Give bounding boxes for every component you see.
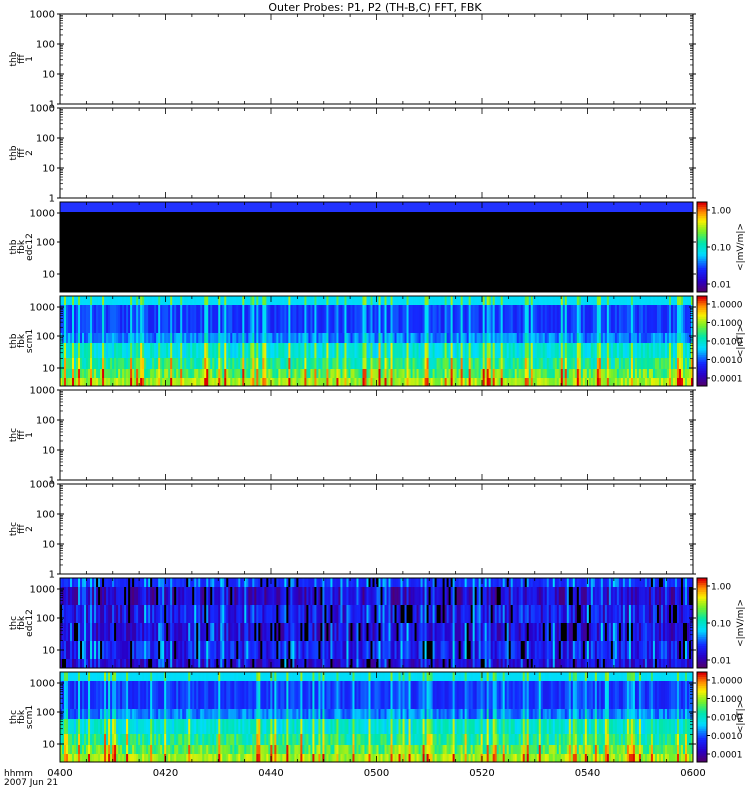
y-tick-label: 1 [49,194,55,205]
heatmap-fill [60,202,693,292]
y-tick-label: 1 [49,570,55,581]
y-tick-label: 1000 [30,209,55,220]
panel-frame [59,107,694,199]
y-tick-label: 100 [36,238,55,249]
y-axis-label: thbfff2 [9,145,35,160]
panel-thc-fbk-edc12: 100010010thcfbkedc121.000.100.01<|mV/m|> [9,577,746,669]
y-tick-label: 10 [42,540,55,551]
figure-title: Outer Probes: P1, P2 (TH-B,C) FFT, FBK [268,1,482,14]
y-axis-label-line: 1 [25,56,35,62]
y-axis-label-line: 1 [25,432,35,438]
colorbar-tick-label: 0.0001 [711,375,743,385]
colorbar-tick-label: 1.0000 [711,301,743,311]
panel-thc-fff-1: 1000 100 10 1thcfff1 [9,386,696,487]
y-tick-label: 1000 [30,386,55,397]
y-axis-label-line: 2 [25,150,35,156]
colorbar: 1.00 0.10 0.01 <|mV/m|> [696,201,746,293]
panels: 1000100101thbfff11000100101thbfff2100010… [9,10,746,763]
y-tick-label: 1000 [30,104,55,115]
y-tick-label: 10 [42,164,55,175]
y-axis-label: thcfff2 [9,522,35,536]
colorbar: 1.00000.10000.01000.00100.0001<|nT|> [696,295,746,387]
panel-frame [59,389,694,481]
panel-frame [59,13,694,105]
colorbar-tick-label: 0.10 [711,244,731,254]
panel-thb-fbk-scm1: 100010010thbfbkscm11.00000.10000.01000.0… [9,295,746,387]
y-tick-label: 100 [36,134,55,145]
panel-thc-fff-2: 1000 100 10 1 thcfff2 [9,480,696,581]
colorbar-tick-label: 0.01 [711,281,731,291]
y-tick-label: 100 [36,416,55,427]
y-tick-label: 10 [42,364,55,375]
panel-thb-fbk-edc12: 1000 100 10 thbfbkedc12 1.00 0.10 0.01 <|mV/m|> [9,201,746,293]
y-axis-label-line: edc12 [25,233,35,261]
y-axis-label-line: scm1 [25,329,35,353]
colorbar-label: <|mV/m|> [736,223,746,271]
colorbar-label: <|nT|> [736,325,746,357]
y-tick-label: 100 [36,510,55,521]
y-tick-label: 100 [36,40,55,51]
y-tick-label: 1000 [30,480,55,491]
y-tick-label: 100 [36,332,55,343]
y-axis-label: thcfff1 [9,428,35,442]
colorbar-tick-label: 1.00 [711,207,731,217]
panel-thb-fff-1: 1000 100 10 1thbfff1 [9,10,696,111]
y-axis-label: thbfbkscm1 [9,329,35,353]
y-axis-label: thbfff1 [9,51,35,66]
y-tick-label: 10 [42,270,55,281]
panel-thb-fff-2: 1000 100 10 1 thbfff2 [9,104,696,205]
panel-frame [59,483,694,575]
spectrogram-figure: Outer Probes: P1, P2 (TH-B,C) FFT, FBK 1… [4,1,746,788]
y-axis-label: thbfbkedc12 [9,233,35,261]
y-axis-label-line: 2 [25,526,35,532]
y-tick-label: 10 [42,70,55,81]
y-tick-label: 10 [42,446,55,457]
y-tick-label: 1000 [30,303,55,314]
y-tick-label: 1000 [30,10,55,21]
